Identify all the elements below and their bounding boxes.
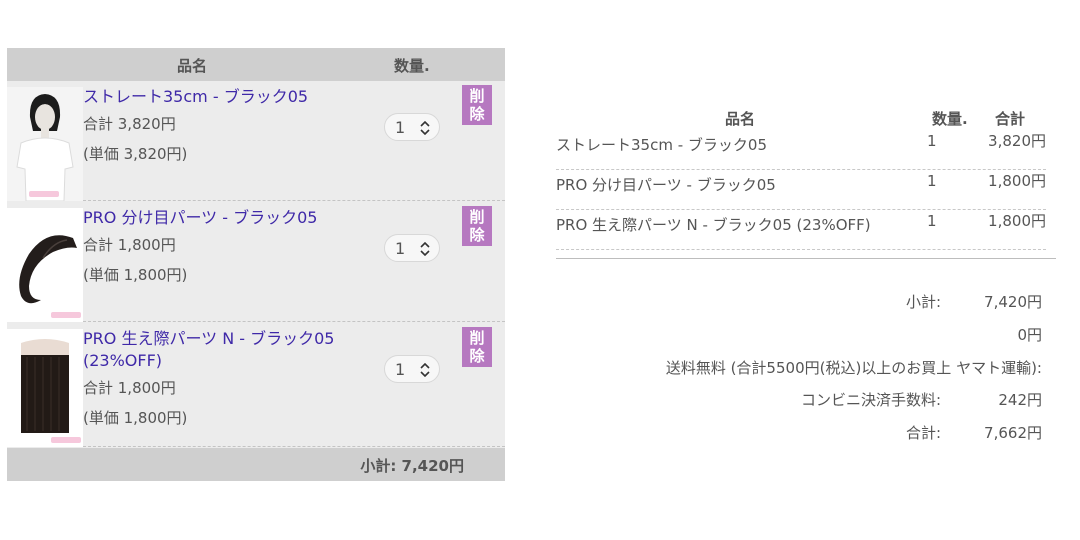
row-divider	[83, 446, 505, 447]
summary-item-qty: 1	[927, 132, 937, 150]
product-title-link[interactable]: ストレート35cm - ブラック05	[83, 86, 383, 108]
cart-footer: 小計: 7,420円	[7, 448, 505, 481]
summary-item-total: 1,800円	[988, 212, 1046, 230]
column-header-name: 品名	[177, 57, 208, 75]
cart-header: 品名 数量.	[7, 48, 505, 81]
cart-row: PRO 分け目パーツ - ブラック05 合計 1,800円 (単価 1,800円…	[7, 202, 505, 322]
row-divider	[83, 200, 505, 201]
summary-item-name: PRO 生え際パーツ N - ブラック05 (23%OFF)	[556, 216, 871, 234]
delete-button[interactable]: 削除	[462, 85, 492, 125]
cart-row: ストレート35cm - ブラック05 合計 3,820円 (単価 3,820円)…	[7, 81, 505, 201]
product-title-link[interactable]: PRO 分け目パーツ - ブラック05	[83, 207, 383, 229]
quantity-select[interactable]: 1	[384, 355, 440, 383]
summary-item-name: PRO 分け目パーツ - ブラック05	[556, 176, 776, 194]
summary-item-total: 3,820円	[988, 132, 1046, 150]
item-subtotal: 合計 1,800円	[83, 236, 176, 254]
wig-mannequin-image[interactable]	[7, 87, 83, 201]
row-divider	[83, 321, 505, 322]
summary-line: PRO 分け目パーツ - ブラック05 1 1,800円	[556, 170, 1046, 210]
summary-line: ストレート35cm - ブラック05 1 3,820円	[556, 130, 1046, 170]
quantity-value: 1	[395, 239, 406, 258]
summary-total-value: 7,662円	[984, 424, 1042, 442]
cart-panel: 品名 数量. ストレート35cm - ブラック05 合計 3,820円 (単価 …	[7, 48, 505, 481]
summary-item-total: 1,800円	[988, 172, 1046, 190]
summary-item-qty: 1	[927, 212, 937, 230]
quantity-value: 1	[395, 118, 406, 137]
chevron-updown-icon	[420, 121, 430, 135]
hair-extension-image[interactable]	[7, 329, 83, 447]
summary-header-qty: 数量.	[932, 110, 968, 128]
item-unit-price: (単価 3,820円)	[83, 145, 188, 163]
summary-subtotal-label: 小計:	[905, 293, 941, 311]
summary-fee-label: コンビニ決済手数料:	[800, 391, 941, 409]
summary-line: PRO 生え際パーツ N - ブラック05 (23%OFF) 1 1,800円	[556, 210, 1046, 250]
cart-subtotal: 小計: 7,420円	[360, 457, 464, 475]
cart-row: PRO 生え際パーツ N - ブラック05 (23%OFF) 合計 1,800円…	[7, 323, 505, 447]
hair-part-image[interactable]	[7, 208, 83, 322]
summary-fee-value: 242円	[998, 391, 1042, 409]
item-subtotal: 合計 3,820円	[83, 115, 176, 133]
summary-shipping-label: 送料無料 (合計5500円(税込)以上のお買上 ヤマト運輸):	[665, 359, 1042, 377]
item-subtotal: 合計 1,800円	[83, 379, 176, 397]
quantity-select[interactable]: 1	[384, 234, 440, 262]
chevron-updown-icon	[420, 242, 430, 256]
chevron-updown-icon	[420, 363, 430, 377]
summary-subtotal-value: 7,420円	[984, 293, 1042, 311]
delete-button[interactable]: 削除	[462, 206, 492, 246]
summary-item-qty: 1	[927, 172, 937, 190]
summary-header-total: 合計	[995, 110, 1026, 128]
summary-header-name: 品名	[725, 110, 756, 128]
quantity-select[interactable]: 1	[384, 113, 440, 141]
delete-button[interactable]: 削除	[462, 327, 492, 367]
summary-item-name: ストレート35cm - ブラック05	[556, 136, 767, 154]
column-header-qty: 数量.	[394, 57, 430, 75]
summary-separator	[556, 258, 1056, 259]
product-title-link[interactable]: PRO 生え際パーツ N - ブラック05 (23%OFF)	[83, 328, 383, 372]
item-unit-price: (単価 1,800円)	[83, 409, 188, 427]
summary-discount-value: 0円	[1017, 326, 1042, 344]
summary-divider	[556, 249, 1046, 250]
summary-total-label: 合計:	[905, 424, 941, 442]
quantity-value: 1	[395, 360, 406, 379]
item-unit-price: (単価 1,800円)	[83, 266, 188, 284]
